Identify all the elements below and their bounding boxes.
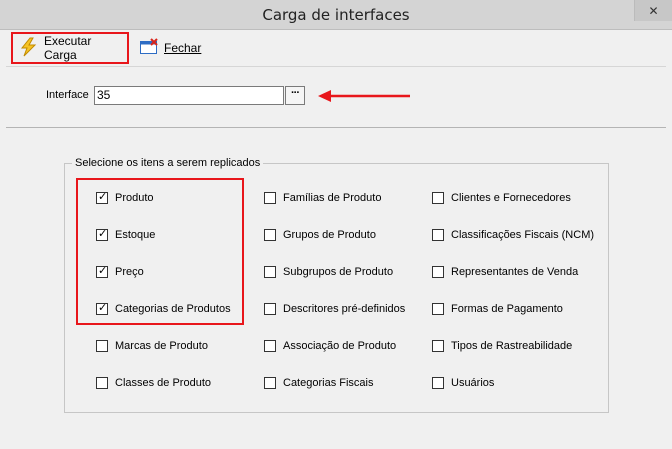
checkbox-subgrupos-de-produto[interactable]: Subgrupos de Produto — [264, 266, 393, 278]
checkbox-box[interactable] — [96, 377, 108, 389]
checkbox-label: Classificações Fiscais (NCM) — [451, 229, 595, 241]
close-button[interactable]: Fechar — [133, 32, 213, 64]
title-bar: Carga de interfaces ✕ — [0, 0, 672, 30]
checkbox-label: Categorias de Produtos — [115, 303, 231, 315]
close-window-icon — [139, 37, 159, 59]
checkbox-box[interactable] — [96, 264, 108, 278]
checkbox-box[interactable] — [432, 377, 444, 389]
toolbar: Executar Carga Fechar — [0, 30, 672, 66]
checkbox-label: Clientes e Fornecedores — [451, 192, 571, 204]
checkbox-label: Representantes de Venda — [451, 266, 579, 278]
checkbox-label: Produto — [115, 192, 154, 204]
checkbox-box[interactable] — [264, 377, 276, 389]
checkbox-associacao-de-produto[interactable]: Associação de Produto — [264, 340, 396, 352]
checkbox-label: Usuários — [451, 377, 495, 389]
checkbox-box[interactable] — [432, 266, 444, 278]
checkbox-label: Descritores pré-definidos — [283, 303, 406, 315]
checkbox-label: Categorias Fiscais — [283, 377, 374, 389]
checkbox-label: Grupos de Produto — [283, 229, 376, 241]
checkbox-box[interactable] — [264, 340, 276, 352]
checkbox-box[interactable] — [264, 229, 276, 241]
checkbox-familias-de-produto[interactable]: Famílias de Produto — [264, 192, 381, 204]
checkbox-label: Subgrupos de Produto — [283, 266, 394, 278]
window-title: Carga de interfaces — [262, 6, 410, 24]
replication-group-title: Selecione os itens a serem replicados — [72, 157, 264, 169]
checkbox-formas-de-pagamento[interactable]: Formas de Pagamento — [432, 303, 563, 315]
checkbox-box[interactable] — [432, 340, 444, 352]
close-icon: ✕ — [648, 3, 659, 18]
checkbox-tipos-de-rastreabilidade[interactable]: Tipos de Rastreabilidade — [432, 340, 572, 352]
checkbox-box[interactable] — [96, 190, 108, 204]
interface-input[interactable]: 35 — [94, 86, 284, 105]
interface-label: Interface — [46, 89, 89, 101]
checkbox-label: Estoque — [115, 229, 156, 241]
checkbox-label: Classes de Produto — [115, 377, 211, 389]
checkbox-produto[interactable]: Produto — [96, 190, 154, 204]
checkbox-box[interactable] — [96, 301, 108, 315]
checkbox-label: Preço — [115, 266, 144, 278]
checkbox-grupos-de-produto[interactable]: Grupos de Produto — [264, 229, 376, 241]
checkbox-box[interactable] — [432, 192, 444, 204]
checkbox-categorias-de-produtos[interactable]: Categorias de Produtos — [96, 301, 231, 315]
execute-load-label: Executar Carga — [44, 34, 92, 62]
checkbox-label: Famílias de Produto — [283, 192, 382, 204]
checkbox-box[interactable] — [96, 340, 108, 352]
checkbox-classes-de-produto[interactable]: Classes de Produto — [96, 377, 211, 389]
red-arrow-annotation — [318, 90, 410, 102]
checkbox-box[interactable] — [432, 229, 444, 241]
checkbox-usuarios[interactable]: Usuários — [432, 377, 494, 389]
interface-browse-button[interactable]: ··· — [285, 86, 305, 105]
checkbox-label: Formas de Pagamento — [451, 303, 563, 315]
checkbox-representantes-de-venda[interactable]: Representantes de Venda — [432, 266, 578, 278]
checkbox-marcas-de-produto[interactable]: Marcas de Produto — [96, 340, 208, 352]
checkbox-classificacoes-fiscais-ncm[interactable]: Classificações Fiscais (NCM) — [432, 229, 594, 241]
toolbar-divider — [6, 66, 666, 67]
checkbox-categorias-fiscais[interactable]: Categorias Fiscais — [264, 377, 373, 389]
checkbox-estoque[interactable]: Estoque — [96, 227, 156, 241]
section-divider — [6, 127, 666, 128]
checkbox-clientes-e-fornecedores[interactable]: Clientes e Fornecedores — [432, 192, 571, 204]
checkbox-box[interactable] — [264, 192, 276, 204]
checkbox-preco[interactable]: Preço — [96, 264, 144, 278]
checkbox-label: Marcas de Produto — [115, 340, 208, 352]
checkbox-descritores-pre-definidos[interactable]: Descritores pré-definidos — [264, 303, 405, 315]
close-label: Fechar — [164, 41, 202, 55]
checkbox-box[interactable] — [432, 303, 444, 315]
lightning-icon — [19, 37, 39, 60]
checkbox-label: Associação de Produto — [283, 340, 397, 352]
checkbox-box[interactable] — [264, 266, 276, 278]
window-close-button[interactable]: ✕ — [634, 0, 672, 21]
execute-load-button[interactable]: Executar Carga — [11, 32, 129, 64]
checkbox-box[interactable] — [96, 227, 108, 241]
checkbox-label: Tipos de Rastreabilidade — [451, 340, 573, 352]
checkbox-box[interactable] — [264, 303, 276, 315]
